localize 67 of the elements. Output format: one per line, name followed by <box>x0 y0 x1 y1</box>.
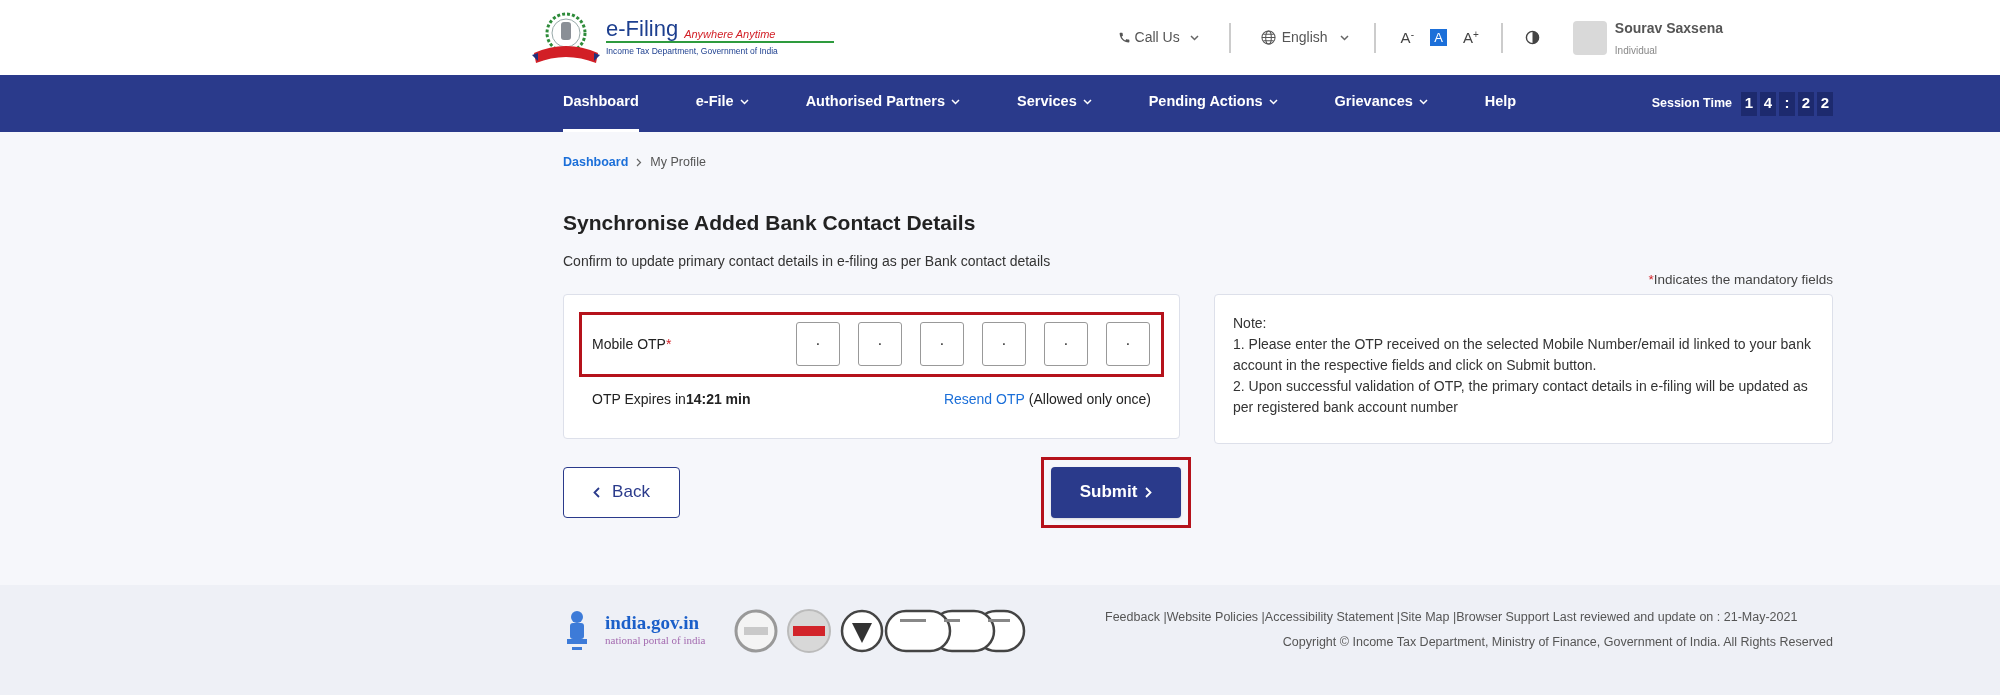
avatar <box>1572 20 1607 55</box>
session-time-digit: 4 <box>1760 91 1776 116</box>
nav-item[interactable]: Dashboard <box>563 75 639 132</box>
footer-link[interactable]: Site Map <box>1400 610 1450 624</box>
page-subtitle: Confirm to update primary contact details in e-filing as per Bank contact details <box>563 252 1052 272</box>
chevron-down-icon <box>1268 99 1278 105</box>
nav-item[interactable]: Authorised Partners <box>805 75 961 132</box>
logo-subtitle: Income Tax Department, Government of India <box>606 44 779 58</box>
chevron-left-icon <box>593 486 601 498</box>
chevron-down-icon <box>1339 34 1349 41</box>
otp-digit-field[interactable]: · <box>796 322 840 366</box>
otp-expiry-text: OTP Expires in14:21 min <box>592 389 751 409</box>
globe-icon <box>1260 30 1276 45</box>
breadcrumb-current: My Profile <box>650 154 706 171</box>
chevron-down-icon <box>1418 99 1428 105</box>
resend-otp-link[interactable]: Resend OTP <box>943 388 1025 410</box>
footer-link[interactable]: Feedback <box>1105 610 1160 624</box>
portal-name: india.gov.in <box>605 613 700 633</box>
nav-item[interactable]: Pending Actions <box>1148 75 1278 132</box>
language-dropdown[interactable]: English <box>1260 27 1349 48</box>
note-heading: Note: <box>1233 313 1268 333</box>
otp-label: Mobile OTP* <box>592 334 672 354</box>
nav-item[interactable]: Grievances <box>1334 75 1428 132</box>
logo-title: e-Filing <box>606 17 679 40</box>
portal-tagline: national portal of india <box>605 633 706 649</box>
page-title: Synchronise Added Bank Contact Details <box>563 209 977 236</box>
nav-item[interactable]: Help <box>1484 75 1517 132</box>
resend-note: (Allowed only once) <box>1028 389 1151 409</box>
iso-certification-badges-icon <box>839 609 1026 653</box>
session-time-digit: 1 <box>1741 91 1757 116</box>
session-time-digit: 2 <box>1798 91 1814 116</box>
submit-button[interactable]: Submit <box>1051 466 1181 518</box>
back-button[interactable]: Back <box>563 466 680 518</box>
chevron-down-icon <box>1189 34 1199 41</box>
chevron-right-icon <box>636 157 643 167</box>
phone-icon <box>1117 31 1131 44</box>
otp-digit-field[interactable]: · <box>1044 322 1088 366</box>
session-time-label: Session Time <box>1651 95 1732 113</box>
footer-link[interactable]: Browser Support <box>1456 610 1550 624</box>
footer-links-text: Feedback |Website Policies |Accessibility Statement |Site Map |Browser Support Last reviewed and update on : 21-May-2021 <box>1105 609 1799 626</box>
otp-digit-field[interactable]: · <box>982 322 1026 366</box>
nav-item[interactable]: Services <box>1017 75 1092 132</box>
nav-item[interactable]: e-File <box>695 75 749 132</box>
otp-digit-field[interactable]: · <box>1106 322 1150 366</box>
contrast-icon[interactable] <box>1524 30 1540 45</box>
otp-digit-field[interactable]: · <box>858 322 902 366</box>
user-name: Sourav Saxsena <box>1614 18 1723 38</box>
session-time-digit: : <box>1779 91 1795 116</box>
font-size-button[interactable]: A <box>1429 29 1447 46</box>
breadcrumb-link[interactable]: Dashboard <box>563 153 629 172</box>
logo-tagline: Anywhere Anytime <box>684 28 776 40</box>
certification-seal-icon <box>785 608 832 654</box>
font-size-button[interactable]: A$^{+}$ <box>1462 29 1479 46</box>
chevron-right-icon <box>1145 486 1153 498</box>
chevron-down-icon <box>739 99 749 105</box>
session-time-digit: 2 <box>1817 91 1833 116</box>
chevron-down-icon <box>951 99 961 105</box>
font-size-button[interactable]: A$^{-}$ <box>1400 29 1414 46</box>
mandatory-note: *Indicates the mandatory fields <box>1648 271 1833 290</box>
certification-seal-icon <box>733 609 778 653</box>
chevron-down-icon <box>1082 99 1092 105</box>
call-us-dropdown[interactable]: Call Us <box>1117 27 1199 48</box>
note-text: 1. Please enter the OTP received on the selected Mobile Number/email id linked to your bank account in the respective fields and click on Submit button. <box>1233 334 1812 375</box>
note-text: 2. Upon successful validation of OTP, the primary contact details in e-filing will be updated as per registered bank account number <box>1233 376 1809 417</box>
copyright-text: Copyright © Income Tax Department, Ministry of Finance, Government of India. All Rights Reserved <box>1282 634 1833 651</box>
user-role: Individual <box>1614 43 1659 58</box>
otp-digit-field[interactable]: · <box>920 322 964 366</box>
